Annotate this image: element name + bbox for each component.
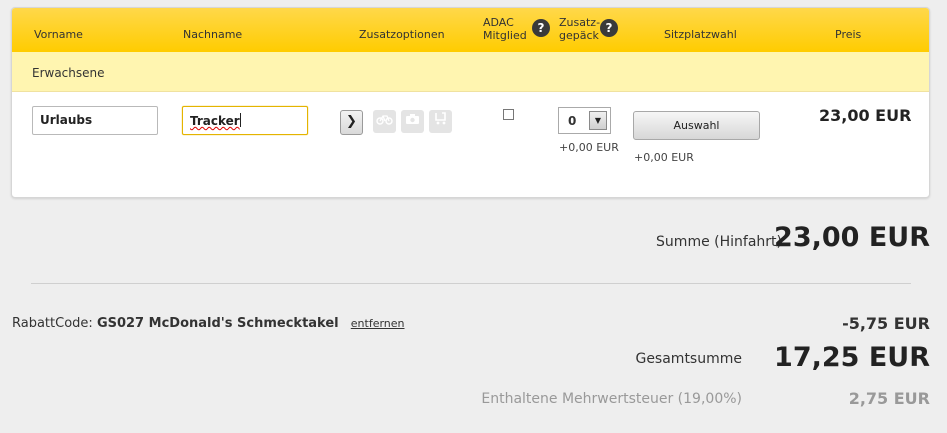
vorname-input[interactable]: Urlaubs [32, 106, 158, 135]
header-vorname: Vorname [34, 28, 83, 41]
discount-value: -5,75 EUR [842, 314, 930, 333]
total-label: Gesamtsumme [635, 351, 742, 367]
total-value: 17,25 EUR [774, 342, 930, 373]
header-zusatzgepaeck: Zusatz- gepäck [559, 16, 601, 42]
discount-code: GS027 McDonald's Schmecktakel [96, 316, 339, 331]
seat-price: +0,00 EUR [634, 151, 694, 164]
camera-icon[interactable] [401, 110, 424, 133]
text-caret [239, 113, 241, 127]
seat-selection-button[interactable]: Auswahl [633, 111, 760, 140]
vat-value: 2,75 EUR [848, 389, 930, 408]
header-preis: Preis [835, 28, 862, 41]
header-sitzplatzwahl: Sitzplatzwahl [664, 28, 737, 41]
stroller-icon[interactable] [429, 110, 452, 133]
bicycle-icon[interactable] [373, 110, 396, 133]
passenger-type-label: Erwachsene [32, 66, 105, 80]
more-options-button[interactable]: ❯ [340, 110, 363, 135]
adac-checkbox[interactable] [503, 109, 514, 120]
sum-value: 23,00 EUR [774, 222, 930, 253]
passenger-type-row: Erwachsene [12, 52, 929, 92]
header-zusatzoptionen: Zusatzoptionen [359, 28, 445, 41]
divider [31, 283, 911, 284]
adac-help-icon[interactable]: ? [532, 19, 550, 37]
sum-label: Summe (Hinfahrt) [656, 234, 782, 250]
discount-label: RabattCode: [12, 316, 93, 331]
table-header: Vorname Nachname Zusatzoptionen ADAC Mit… [12, 8, 929, 52]
baggage-help-icon[interactable]: ? [600, 19, 618, 37]
remove-discount-link[interactable]: entfernen [351, 317, 405, 330]
nachname-input[interactable]: Tracker [182, 106, 308, 135]
passenger-panel: Vorname Nachname Zusatzoptionen ADAC Mit… [11, 7, 930, 198]
chevron-down-icon[interactable]: ▼ [589, 111, 607, 130]
header-nachname: Nachname [183, 28, 243, 41]
header-adac: ADAC Mitglied [483, 16, 527, 42]
vat-label: Enthaltene Mehrwertsteuer (19,00%) [481, 391, 742, 407]
discount-row: RabattCode: GS027 McDonald's Schmecktake… [12, 316, 405, 331]
baggage-price: +0,00 EUR [559, 141, 619, 154]
passenger-price: 23,00 EUR [819, 106, 912, 125]
baggage-select[interactable]: 0 ▼ [558, 107, 611, 134]
